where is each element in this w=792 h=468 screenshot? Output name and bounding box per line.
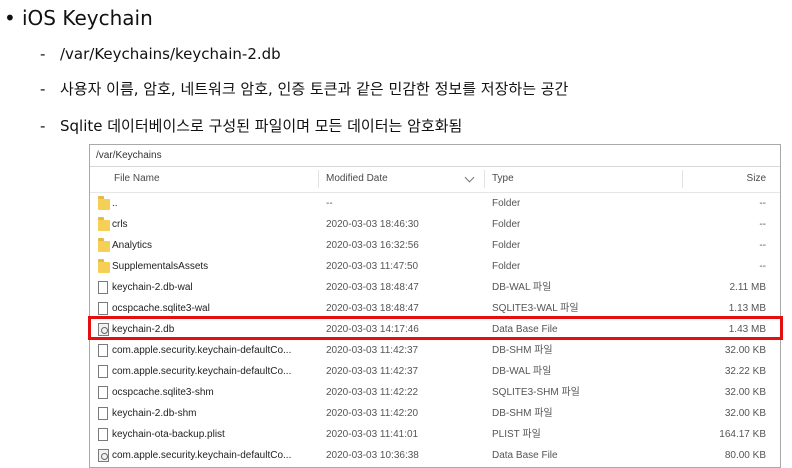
file-icon xyxy=(98,386,108,399)
folder-icon xyxy=(98,196,110,210)
bullet-marker: • xyxy=(4,6,16,30)
file-row[interactable]: ocspcache.sqlite3-shm 2020-03-03 11:42:22… xyxy=(90,382,780,403)
file-type: DB-WAL 파일 xyxy=(492,366,552,377)
file-name: SupplementalsAssets xyxy=(112,261,209,272)
file-size: 32.00 KB xyxy=(724,345,766,356)
file-name: com.apple.security.keychain-defaultCo... xyxy=(112,450,292,461)
subitem-format: - Sqlite 데이터베이스로 구성된 파일이며 모든 데이터는 암호화됨 xyxy=(40,116,462,136)
modified-date: 2020-03-03 11:42:22 xyxy=(326,387,419,398)
file-type: Folder xyxy=(492,240,521,251)
file-explorer: /var/Keychains File Name Modified Date T… xyxy=(89,144,781,468)
file-name: com.apple.security.keychain-defaultCo... xyxy=(112,345,292,356)
file-type: SQLITE3-SHM 파일 xyxy=(492,387,580,398)
file-size: -- xyxy=(759,219,766,230)
column-type[interactable]: Type xyxy=(492,166,514,192)
modified-date: 2020-03-03 11:47:50 xyxy=(326,261,419,272)
file-size: 80.00 KB xyxy=(724,450,766,461)
column-header: File Name Modified Date Type Size xyxy=(90,166,780,193)
file-name: Analytics xyxy=(112,240,153,251)
file-size: 32.22 KB xyxy=(724,366,766,377)
file-size: 32.00 KB xyxy=(724,387,766,398)
file-row[interactable]: keychain-2.db-wal 2020-03-03 18:48:47 DB-W… xyxy=(90,277,780,298)
file-row[interactable]: keychain-2.db-shm 2020-03-03 11:42:20 DB-S… xyxy=(90,403,780,424)
file-size: -- xyxy=(759,198,766,209)
path-bar[interactable]: /var/Keychains xyxy=(90,145,780,167)
file-icon xyxy=(98,281,108,294)
file-type: Data Base File xyxy=(492,450,558,461)
file-size: 32.00 KB xyxy=(724,408,766,419)
file-name: com.apple.security.keychain-defaultCo... xyxy=(112,366,292,377)
chevron-down-icon[interactable] xyxy=(464,172,475,183)
file-row[interactable]: .. -- Folder -- xyxy=(90,193,780,214)
column-divider[interactable] xyxy=(318,170,319,188)
modified-date: 2020-03-03 11:41:01 xyxy=(326,429,419,440)
column-divider[interactable] xyxy=(682,170,683,188)
file-row[interactable]: keychain-ota-backup.plist 2020-03-03 11:4… xyxy=(90,424,780,445)
file-row[interactable]: com.apple.security.keychain-defaultCo...… xyxy=(90,361,780,382)
modified-date: 2020-03-03 16:32:56 xyxy=(326,240,419,251)
subitem-text: 사용자 이름, 암호, 네트워크 암호, 인증 토큰과 같은 민감한 정보를 저… xyxy=(60,80,569,98)
slide-title: iOS Keychain xyxy=(22,6,153,30)
modified-date: 2020-03-03 10:36:38 xyxy=(326,450,419,461)
file-row[interactable]: crls 2020-03-03 18:46:30 Folder -- xyxy=(90,214,780,235)
subitem-path: -/var/Keychains/keychain-2.db xyxy=(40,44,281,64)
file-type: DB-SHM 파일 xyxy=(492,345,553,356)
file-type: DB-WAL 파일 xyxy=(492,282,552,293)
folder-icon xyxy=(98,238,110,252)
file-type: Folder xyxy=(492,219,521,230)
file-name: keychain-ota-backup.plist xyxy=(112,429,225,440)
file-size: -- xyxy=(759,261,766,272)
dash-marker: - xyxy=(40,117,46,135)
subitem-text: /var/Keychains/keychain-2.db xyxy=(60,45,281,63)
file-row[interactable]: SupplementalsAssets 2020-03-03 11:47:50 Fo… xyxy=(90,256,780,277)
file-row[interactable]: com.apple.security.keychain-defaultCo...… xyxy=(90,445,780,466)
column-size[interactable]: Size xyxy=(747,166,766,192)
file-type: DB-SHM 파일 xyxy=(492,408,553,419)
file-size: 2.11 MB xyxy=(729,282,767,293)
file-type: Folder xyxy=(492,261,521,272)
file-type: Folder xyxy=(492,198,521,209)
file-name: ocspcache.sqlite3-shm xyxy=(112,387,214,398)
file-type: PLIST 파일 xyxy=(492,429,541,440)
column-divider[interactable] xyxy=(484,170,485,188)
column-file-name[interactable]: File Name xyxy=(114,166,160,192)
file-icon xyxy=(98,407,108,420)
file-size: -- xyxy=(759,240,766,251)
file-size: 164.17 KB xyxy=(719,429,766,440)
column-modified-date[interactable]: Modified Date xyxy=(326,166,388,192)
file-icon xyxy=(98,344,108,357)
modified-date: 2020-03-03 11:42:37 xyxy=(326,345,419,356)
file-name: .. xyxy=(112,198,118,209)
subitem-text: Sqlite 데이터베이스로 구성된 파일이며 모든 데이터는 암호화됨 xyxy=(60,117,463,135)
file-icon xyxy=(98,365,108,378)
dash-marker: - xyxy=(40,45,46,63)
highlight-box xyxy=(88,316,783,340)
file-row[interactable]: com.apple.security.keychain-defaultCo...… xyxy=(90,340,780,361)
modified-date: 2020-03-03 11:42:37 xyxy=(326,366,419,377)
database-icon xyxy=(98,449,109,462)
dash-marker: - xyxy=(40,80,46,98)
file-row[interactable]: Analytics 2020-03-03 16:32:56 Folder -- xyxy=(90,235,780,256)
file-icon xyxy=(98,302,108,315)
file-name: keychain-2.db-wal xyxy=(112,282,193,293)
subitem-description: - 사용자 이름, 암호, 네트워크 암호, 인증 토큰과 같은 민감한 정보를 … xyxy=(40,79,568,99)
file-icon xyxy=(98,428,108,441)
modified-date: 2020-03-03 18:48:47 xyxy=(326,282,419,293)
file-name: crls xyxy=(112,219,128,230)
modified-date: 2020-03-03 11:42:20 xyxy=(326,408,419,419)
modified-date: -- xyxy=(326,198,333,209)
modified-date: 2020-03-03 18:46:30 xyxy=(326,219,419,230)
folder-icon xyxy=(98,217,110,231)
folder-icon xyxy=(98,259,110,273)
file-name: keychain-2.db-shm xyxy=(112,408,197,419)
